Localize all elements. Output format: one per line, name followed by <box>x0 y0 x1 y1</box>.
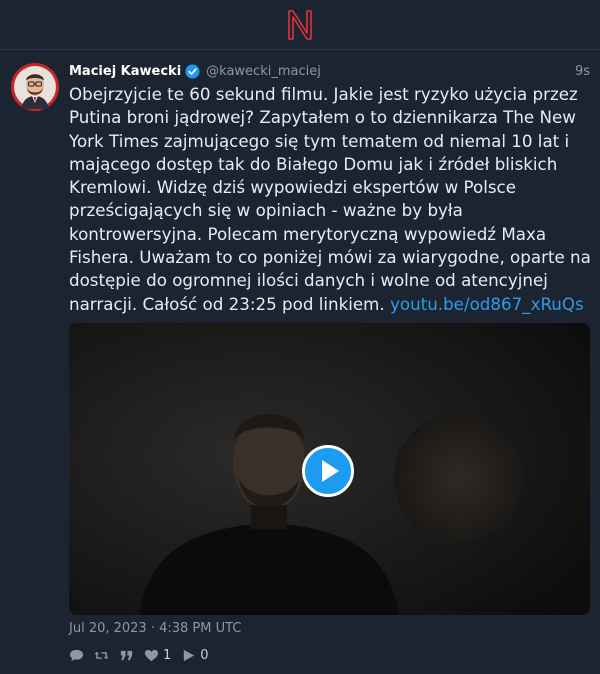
verified-badge-icon <box>185 63 200 79</box>
like-count: 1 <box>163 647 172 663</box>
play-count: 0 <box>200 647 209 663</box>
quote-icon <box>120 650 133 660</box>
tweet-date[interactable]: Jul 20, 2023 · 4:38 PM UTC <box>69 621 241 636</box>
play-count-button[interactable]: 0 <box>181 647 209 663</box>
reply-button[interactable] <box>69 648 84 663</box>
tweet: Maciej Kawecki @kawecki_maciej 9s Obejrz… <box>0 50 600 674</box>
tweet-body: Obejrzyjcie te 60 sekund filmu. Jakie je… <box>69 84 591 314</box>
reply-icon <box>69 649 84 661</box>
play-icon <box>322 460 339 482</box>
avatar[interactable] <box>11 63 59 111</box>
tweet-link[interactable]: youtu.be/od867_xRuQs <box>390 294 584 314</box>
like-button[interactable]: 1 <box>144 648 171 663</box>
author-name[interactable]: Maciej Kawecki <box>69 64 181 79</box>
video-player[interactable] <box>69 323 590 615</box>
play-count-icon <box>184 649 195 661</box>
tweet-header: Maciej Kawecki @kawecki_maciej 9s <box>69 61 590 81</box>
N-logo-icon[interactable] <box>286 9 314 41</box>
play-button[interactable] <box>302 445 354 497</box>
retweet-button[interactable] <box>94 648 109 663</box>
tweet-actions: 1 0 <box>69 646 219 664</box>
tweet-text: Obejrzyjcie te 60 sekund filmu. Jakie je… <box>69 83 593 316</box>
retweet-icon <box>94 651 109 659</box>
quote-button[interactable] <box>119 648 134 663</box>
top-bar <box>0 0 600 50</box>
avatar-illustration <box>11 63 59 111</box>
heart-icon <box>144 649 159 661</box>
author-handle[interactable]: @kawecki_maciej <box>206 64 321 79</box>
tweet-relative-time[interactable]: 9s <box>575 64 590 79</box>
